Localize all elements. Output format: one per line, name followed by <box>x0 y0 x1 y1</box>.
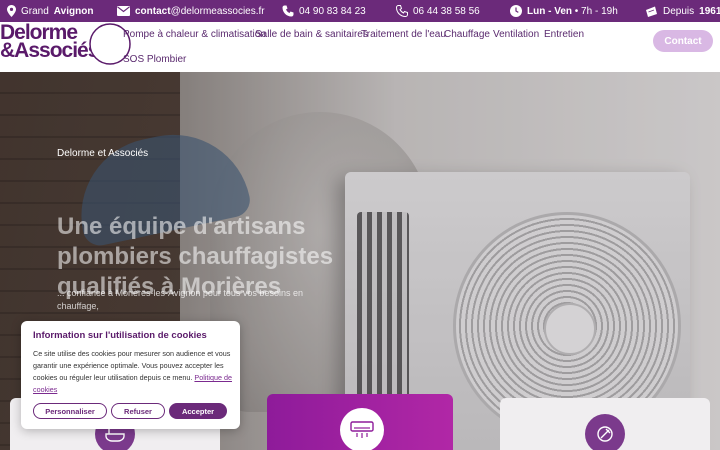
badge-icon <box>646 6 657 17</box>
air-conditioner-icon-circle <box>340 408 384 450</box>
email-domain: @delormeassocies.fr <box>170 5 265 17</box>
service-card-maintenance[interactable] <box>500 398 710 450</box>
location-prefix: Grand <box>21 5 49 17</box>
maintenance-icon <box>597 426 613 442</box>
since-prefix: Depuis <box>663 5 695 17</box>
service-card-air-conditioning[interactable] <box>267 394 453 450</box>
phone-link-1[interactable]: 04 90 83 84 23 <box>282 0 366 22</box>
cookie-customize-button[interactable]: Personnaliser <box>33 403 107 419</box>
hours-time: • 7h - 19h <box>572 5 618 17</box>
opening-hours: Lun - Ven • 7h - 19h <box>510 0 618 22</box>
email-label: contact <box>135 5 171 17</box>
nav-item-water-treatment[interactable]: Traitement de l'eau <box>361 29 446 40</box>
hero-kicker: Delorme et Associés <box>57 148 149 159</box>
location-info: Grand Avignon <box>7 0 93 22</box>
location-pin-icon <box>7 5 16 17</box>
since-year: 1961 <box>699 5 720 17</box>
since-badge: Depuis 1961 <box>645 0 720 22</box>
site-header: Delorme &Associés Pompe à chaleur & clim… <box>0 22 720 72</box>
cookie-title: Information sur l'utilisation de cookies <box>33 330 207 341</box>
nav-item-maintenance[interactable]: Entretien <box>544 29 584 40</box>
email-link[interactable]: contact@delormeassocies.fr <box>117 0 265 22</box>
hours-days: Lun - Ven <box>527 5 572 17</box>
envelope-icon <box>117 6 130 16</box>
nav-item-heating[interactable]: Chauffage <box>444 29 490 40</box>
phone-number-2: 06 44 38 58 56 <box>413 5 480 17</box>
top-info-bar: Grand Avignon contact@delormeassocies.fr … <box>0 0 720 22</box>
air-conditioner-icon <box>350 421 374 438</box>
phone-number-1: 04 90 83 84 23 <box>299 5 366 17</box>
company-logo[interactable]: Delorme &Associés <box>0 22 132 66</box>
maintenance-icon-circle <box>585 414 625 450</box>
nav-item-heat-pump[interactable]: Pompe à chaleur & climatisation <box>123 29 266 40</box>
clock-icon <box>510 5 522 17</box>
location-city: Avignon <box>53 5 94 17</box>
contact-button[interactable]: Contact <box>653 30 713 52</box>
phone-icon <box>282 5 294 17</box>
cookie-body: Ce site utilise des cookies pour mesurer… <box>33 348 233 396</box>
nav-item-bathroom[interactable]: Salle de bain & sanitaires <box>255 29 368 40</box>
phone-link-2[interactable]: 06 44 38 58 56 <box>396 0 480 22</box>
cookie-consent-dialog: Information sur l'utilisation de cookies… <box>21 321 240 429</box>
nav-item-ventilation[interactable]: Ventilation <box>493 29 539 40</box>
nav-item-sos-plumber[interactable]: SOS Plombier <box>123 54 186 65</box>
logo-wordmark: Delorme &Associés <box>0 22 99 62</box>
hero-subtitle: ... confiance à Morières-les-Avignon pou… <box>57 288 303 311</box>
cookie-accept-button[interactable]: Accepter <box>169 403 227 419</box>
cookie-refuse-button[interactable]: Refuser <box>111 403 165 419</box>
mobile-phone-icon <box>396 5 408 17</box>
logo-line-2: &Associés <box>0 39 99 62</box>
main-navigation: Pompe à chaleur & climatisation Salle de… <box>123 22 593 72</box>
